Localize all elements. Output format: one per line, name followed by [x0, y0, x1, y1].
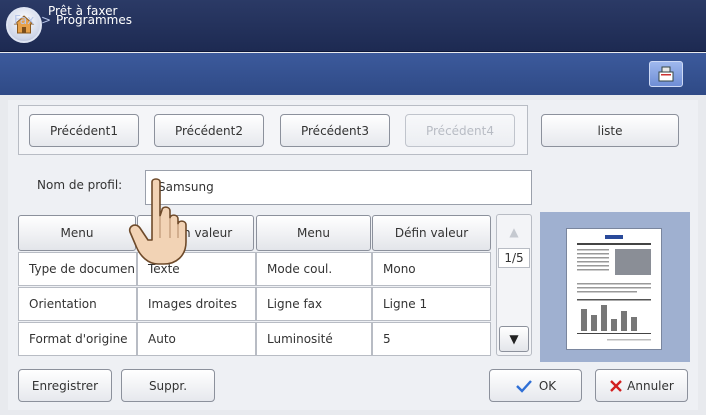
table-row-value[interactable]: Images droites — [137, 287, 256, 321]
tab-previous2[interactable]: Précédent2 — [154, 114, 264, 147]
cancel-label: Annuler — [627, 378, 674, 393]
ok-button[interactable]: OK — [489, 369, 582, 402]
list-button[interactable]: liste — [541, 114, 679, 147]
breadcrumb-separator: > — [41, 13, 52, 27]
job-status-button[interactable] — [649, 61, 683, 87]
table-row-label[interactable]: Mode coul. — [256, 252, 372, 286]
tab-previous3[interactable]: Précédent3 — [280, 114, 390, 147]
cancel-button[interactable]: Annuler — [595, 369, 688, 402]
delete-button[interactable]: Suppr. — [121, 369, 215, 402]
ok-label: OK — [538, 378, 557, 393]
save-button[interactable]: Enregistrer — [18, 369, 112, 402]
arrow-down-icon: ▼ — [509, 332, 519, 346]
document-preview-thumbnail — [566, 228, 662, 350]
table-row-label[interactable]: Ligne fax — [256, 287, 372, 321]
scroll-down-button[interactable]: ▼ — [499, 326, 529, 352]
table-row-label[interactable]: Type de documen — [18, 252, 137, 286]
close-icon — [610, 379, 623, 392]
table-row-label[interactable]: Format d'origine — [18, 322, 137, 356]
document-thumbnail-icon — [577, 235, 651, 341]
column-header-value: Défin valeur — [372, 215, 491, 251]
breadcrumb-current: Programmes — [56, 13, 132, 27]
check-icon — [515, 379, 532, 393]
column-header-menu: Menu — [256, 215, 371, 251]
arrow-up-icon: ▲ — [509, 225, 519, 239]
table-row-label[interactable]: Luminosité — [256, 322, 372, 356]
job-status-icon — [658, 66, 674, 82]
breadcrumb-bar — [0, 53, 706, 95]
profile-name-input[interactable]: Samsung — [145, 170, 532, 205]
table-row-label[interactable]: Orientation — [18, 287, 137, 321]
page-indicator: 1/5 — [498, 248, 530, 268]
breadcrumb-fax[interactable]: Fax — [14, 13, 34, 27]
tab-previous4: Précédent4 — [405, 114, 515, 147]
touch-pointer-icon — [128, 178, 187, 265]
scroll-up-button: ▲ — [500, 220, 528, 244]
table-row-value[interactable]: Auto — [137, 322, 256, 356]
column-header-menu: Menu — [18, 215, 136, 251]
tab-previous1[interactable]: Précédent1 — [29, 114, 139, 147]
table-row-value[interactable]: Ligne 1 — [372, 287, 491, 321]
profile-name-label: Nom de profil: — [37, 178, 123, 192]
table-row-value[interactable]: 5 — [372, 322, 491, 356]
table-row-value[interactable]: Mono — [372, 252, 491, 286]
